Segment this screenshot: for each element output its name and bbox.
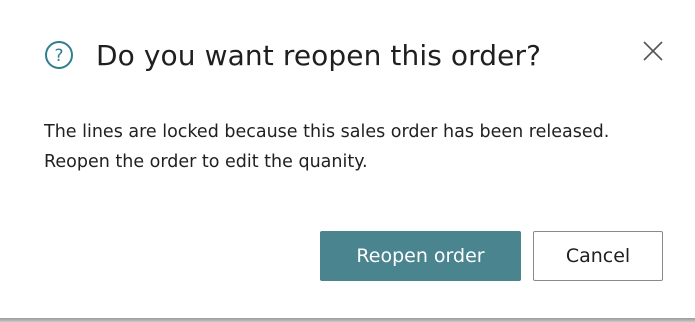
dialog-bottom-edge <box>0 318 695 322</box>
reopen-order-button[interactable]: Reopen order <box>320 231 521 281</box>
close-button[interactable] <box>640 40 666 66</box>
cancel-button[interactable]: Cancel <box>533 231 663 281</box>
message-line: Reopen the order to edit the quanity. <box>44 152 368 172</box>
svg-text:?: ? <box>54 46 63 66</box>
message-line: The lines are locked because this sales … <box>44 122 610 142</box>
reopen-order-dialog: ? Do you want reopen this order? The lin… <box>0 0 695 318</box>
question-circle-icon: ? <box>44 40 74 70</box>
dialog-header: ? Do you want reopen this order? <box>44 35 541 75</box>
dialog-message: The lines are locked because this sales … <box>44 117 684 177</box>
close-icon <box>642 40 664 66</box>
dialog-title: Do you want reopen this order? <box>96 38 542 72</box>
